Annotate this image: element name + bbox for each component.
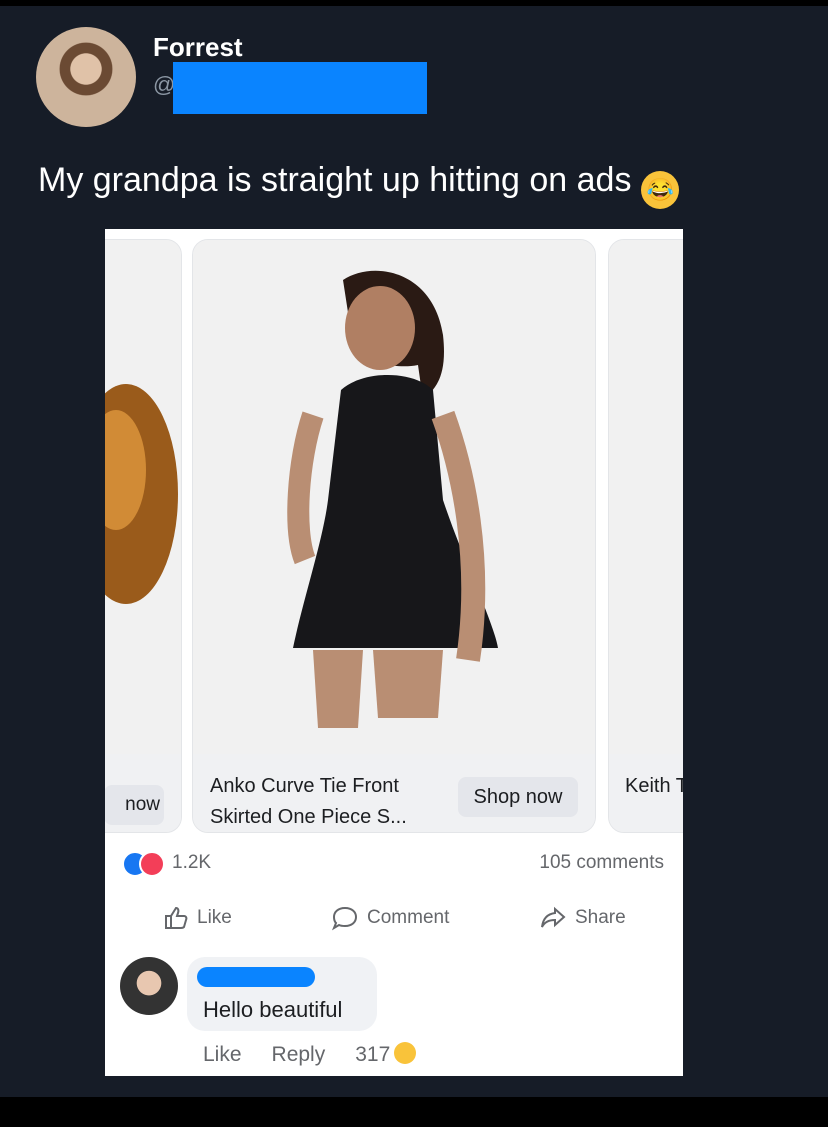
model-image <box>287 270 498 728</box>
share-button[interactable]: Share <box>539 905 626 931</box>
redaction-bar <box>173 62 427 114</box>
commenter-name-redaction <box>197 967 315 987</box>
comment-reaction-count: 317 <box>355 1043 391 1066</box>
comment-like-link[interactable]: Like <box>203 1043 242 1067</box>
comment-text: Hello beautiful <box>203 997 343 1022</box>
ad-card-right[interactable]: Keith T-shir <box>608 239 683 833</box>
laughing-emoji-icon: 😂 <box>641 171 680 209</box>
comment-actions: Like Reply 317 <box>203 1042 417 1067</box>
comments-count[interactable]: 105 comments <box>539 852 664 874</box>
right-product-title[interactable]: Keith T-shir <box>625 771 683 802</box>
love-reaction-icon <box>139 851 165 877</box>
left-product-image <box>105 240 181 754</box>
like-button[interactable]: Like <box>163 905 232 931</box>
tweet-card: Forrest @ My grandpa is straight up hitt… <box>0 6 828 1097</box>
comment-bubble: Hello beautiful <box>187 957 377 1031</box>
share-icon <box>541 906 566 928</box>
commenter-avatar[interactable] <box>120 957 178 1015</box>
username[interactable]: Forrest <box>153 32 243 63</box>
like-label: Like <box>197 907 232 928</box>
ad-card-main[interactable]: Anko Curve Tie Front Skirted One Piece S… <box>192 239 596 833</box>
product-title[interactable]: Anko Curve Tie Front Skirted One Piece S… <box>210 771 450 832</box>
haha-reaction-icon <box>394 1042 417 1064</box>
comment-reaction[interactable]: 317 <box>355 1042 417 1067</box>
user-avatar[interactable] <box>36 27 136 127</box>
comment-button[interactable]: Comment <box>331 905 449 931</box>
share-label: Share <box>575 907 626 928</box>
product-image[interactable] <box>193 240 595 754</box>
tweet-text: My grandpa is straight up hitting on ads… <box>38 161 680 209</box>
bowl-image <box>105 384 178 604</box>
comment-icon <box>331 906 358 931</box>
facebook-ad-screenshot: now Anko Curve Tie Front Skirted One Pie… <box>105 229 683 1076</box>
comment-label: Comment <box>367 907 450 928</box>
reaction-count: 1.2K <box>172 852 212 873</box>
user-handle[interactable]: @ <box>153 72 175 98</box>
thumbs-up-icon <box>165 906 188 929</box>
right-product-image <box>609 240 683 754</box>
shop-now-button-left[interactable]: now <box>105 785 164 825</box>
tweet-body: My grandpa is straight up hitting on ads <box>38 161 632 199</box>
shop-now-button[interactable]: Shop now <box>458 777 578 817</box>
ad-card-left[interactable]: now <box>105 239 182 833</box>
comment-reply-link[interactable]: Reply <box>272 1043 326 1067</box>
